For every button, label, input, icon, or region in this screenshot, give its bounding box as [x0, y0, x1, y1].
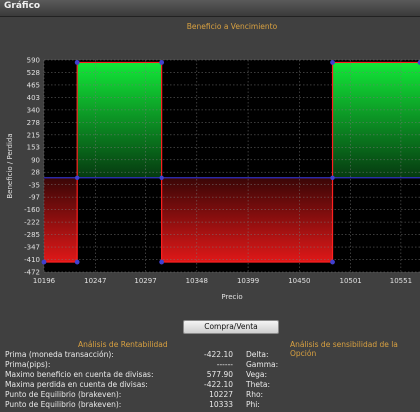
- profit-area: [332, 62, 420, 178]
- profitability-value: -422.10: [204, 380, 233, 389]
- y-tick-label: 278: [27, 119, 40, 127]
- greek-label: Theta:: [246, 380, 271, 389]
- payoff-point: [74, 60, 80, 65]
- greek-label: Gamma:: [246, 360, 279, 369]
- x-tick-label: 10297: [134, 277, 156, 285]
- greek-label: Phi:: [246, 400, 260, 409]
- y-tick-label: 590: [27, 57, 40, 65]
- x-tick-label: 10348: [186, 277, 208, 285]
- payoff-point: [74, 259, 80, 265]
- payoff-point: [41, 259, 47, 265]
- breakeven-point: [159, 175, 164, 180]
- profitability-value: -422.10: [204, 350, 233, 359]
- payoff-point: [159, 259, 165, 265]
- profitability-title: Análisis de Rentabilidad: [78, 340, 168, 349]
- profit-area: [77, 62, 162, 178]
- payoff-point: [330, 60, 335, 65]
- x-axis-label: Precio: [221, 293, 242, 301]
- x-tick-label: 10551: [390, 277, 412, 285]
- y-tick-label: -347: [24, 244, 40, 252]
- profitability-value: 10333: [209, 400, 233, 409]
- payoff-point: [330, 259, 335, 265]
- greek-label: Delta:: [246, 350, 269, 359]
- payoff-point: [159, 60, 165, 65]
- loss-area: [161, 177, 333, 263]
- chart-title: Beneficio a Vencimiento: [187, 22, 278, 31]
- y-tick-label: -35: [29, 181, 40, 189]
- x-tick-label: 10196: [33, 277, 56, 285]
- loss-area: [44, 177, 78, 263]
- x-tick-label: 10399: [237, 277, 259, 285]
- y-axis-label: Beneficio / Perdida: [6, 133, 14, 198]
- title-bar: Gráfico: [0, 0, 420, 17]
- x-tick-label: 10450: [288, 277, 310, 285]
- y-tick-label: 403: [27, 94, 40, 102]
- greek-label: Vega:: [246, 370, 268, 379]
- breakeven-point: [74, 175, 80, 180]
- greek-label: Rho:: [246, 390, 264, 399]
- y-tick-label: -410: [24, 256, 40, 264]
- profitability-label: Punto de Equilibrio (brakeven):: [5, 390, 122, 399]
- buy-sell-button[interactable]: Compra/Venta: [183, 320, 279, 334]
- x-tick-label: 10501: [339, 277, 361, 285]
- y-tick-label: 215: [27, 131, 40, 139]
- y-tick-label: 465: [27, 81, 40, 89]
- profitability-value: ------: [216, 360, 233, 369]
- y-tick-label: 153: [27, 144, 40, 152]
- profitability-label: Maximo beneficio en cuenta de divisas:: [5, 370, 154, 379]
- breakeven-point: [330, 175, 335, 180]
- window-title: Gráfico: [4, 1, 41, 11]
- sensitivity-title: Análisis de sensibilidad de la Opción: [290, 340, 398, 358]
- profitability-label: Prima(pips):: [5, 360, 51, 369]
- profitability-value: 577.90: [206, 370, 233, 379]
- y-tick-label: -97: [29, 194, 40, 202]
- profitability-label: Punto de Equilibrio (brakeven):: [5, 400, 122, 409]
- y-tick-label: 340: [27, 106, 40, 114]
- y-tick-label: 90: [31, 156, 40, 164]
- profitability-label: Prima (moneda transacción):: [5, 350, 114, 359]
- y-tick-label: -285: [24, 231, 40, 239]
- y-tick-label: -222: [24, 219, 40, 227]
- y-tick-label: -472: [24, 269, 40, 277]
- y-tick-label: -160: [24, 206, 40, 214]
- profitability-label: Maxima perdida en cuenta de divisas:: [5, 380, 148, 389]
- payoff-chart: Beneficio a Vencimiento 590 528 465 403 340 27…: [0, 17, 420, 317]
- x-tick-label: 10247: [84, 277, 106, 285]
- profitability-value: 10227: [209, 390, 233, 399]
- y-tick-label: 528: [27, 69, 40, 77]
- y-tick-label: 28: [31, 169, 40, 177]
